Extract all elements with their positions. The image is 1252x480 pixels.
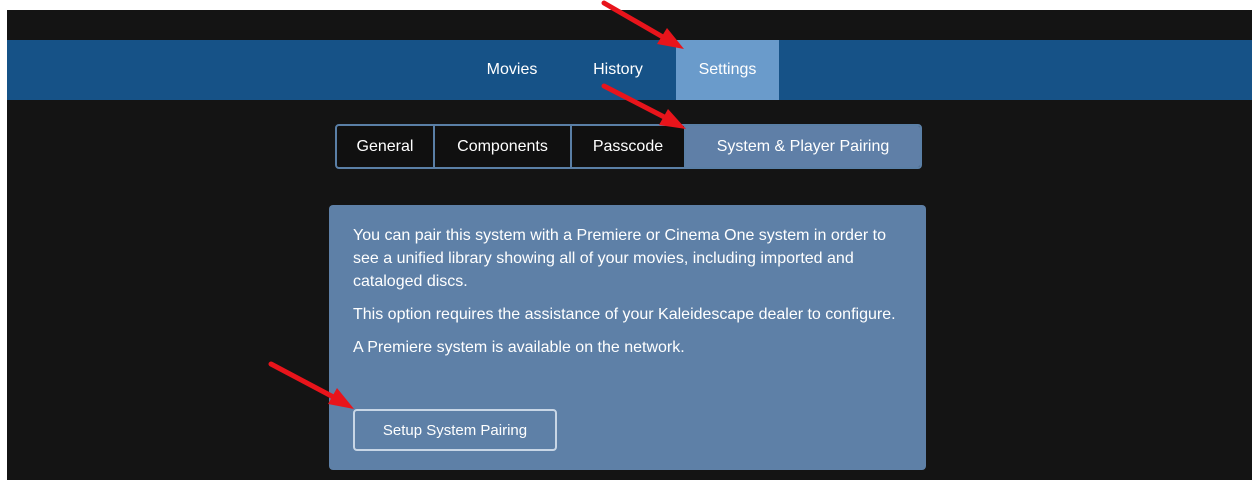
setup-system-pairing-button[interactable]: Setup System Pairing [353, 409, 557, 451]
nav-tab-history[interactable]: History [573, 40, 663, 100]
nav-tab-movies[interactable]: Movies [463, 40, 561, 100]
premiere-available-text: A Premiere system is available on the ne… [353, 339, 685, 356]
settings-subtabs: General Components Passcode System & Pla… [335, 124, 922, 169]
dealer-requirement-text: This option requires the assistance of y… [353, 306, 896, 323]
pairing-description: You can pair this system with a Premiere… [353, 227, 886, 290]
subtab-general[interactable]: General [337, 126, 435, 167]
pairing-info-panel: You can pair this system with a Premiere… [329, 205, 926, 470]
subtab-passcode[interactable]: Passcode [572, 126, 686, 167]
top-nav-bar: Movies History Settings [7, 40, 1252, 100]
app-window: Movies History Settings General Componen… [7, 10, 1252, 480]
nav-tab-settings[interactable]: Settings [676, 40, 779, 100]
subtab-system-player-pairing[interactable]: System & Player Pairing [686, 126, 920, 167]
subtab-components[interactable]: Components [435, 126, 572, 167]
